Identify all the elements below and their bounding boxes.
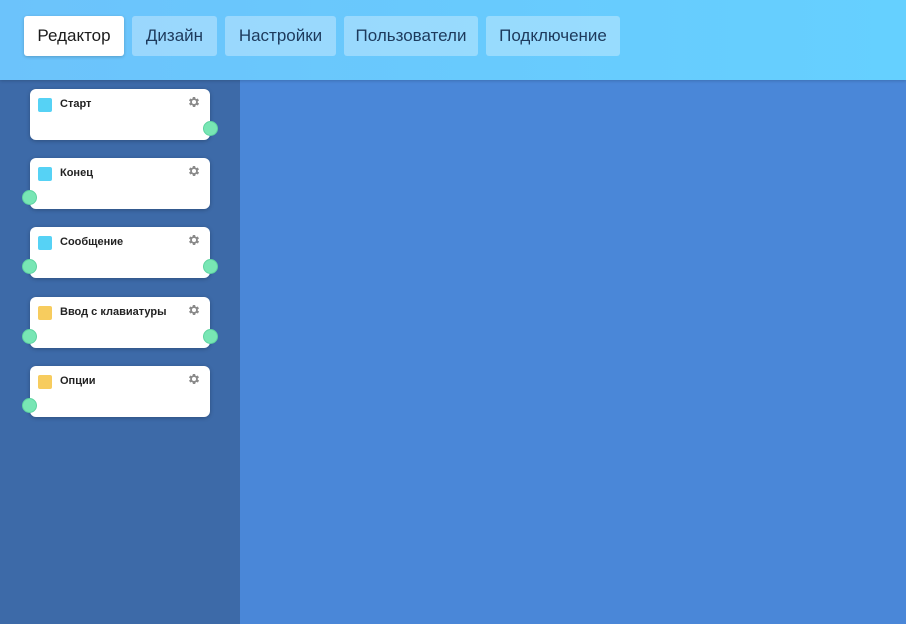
gear-icon[interactable] xyxy=(187,372,201,386)
node-color-swatch xyxy=(38,167,52,181)
palette-node-options[interactable]: Опции xyxy=(22,366,210,417)
input-port[interactable] xyxy=(22,329,37,344)
palette-node-message[interactable]: Сообщение xyxy=(22,227,218,278)
gear-icon[interactable] xyxy=(187,303,201,317)
tab-connection[interactable]: Подключение xyxy=(486,16,620,56)
input-port[interactable] xyxy=(22,398,37,413)
output-port[interactable] xyxy=(203,329,218,344)
gear-icon[interactable] xyxy=(187,233,201,247)
tab-users[interactable]: Пользователи xyxy=(344,16,478,56)
tab-design[interactable]: Дизайн xyxy=(132,16,217,56)
tab-editor[interactable]: Редактор xyxy=(24,16,124,56)
node-label: Ввод с клавиатуры xyxy=(60,306,167,318)
tab-settings[interactable]: Настройки xyxy=(225,16,336,56)
palette-node-start[interactable]: Старт xyxy=(30,89,218,140)
node-color-swatch xyxy=(38,375,52,389)
node-palette-sidebar: Старт Конец Сообщение Ввод с клавиатуры … xyxy=(0,80,240,624)
input-port[interactable] xyxy=(22,190,37,205)
palette-node-keyboard-input[interactable]: Ввод с клавиатуры xyxy=(22,297,218,348)
node-color-swatch xyxy=(38,306,52,320)
top-navigation-bar: Редактор Дизайн Настройки Пользователи П… xyxy=(0,0,906,80)
node-label: Сообщение xyxy=(60,236,124,248)
output-port[interactable] xyxy=(203,121,218,136)
node-color-swatch xyxy=(38,236,52,250)
gear-icon[interactable] xyxy=(187,95,201,109)
gear-icon[interactable] xyxy=(187,164,201,178)
node-color-swatch xyxy=(38,98,52,112)
node-label: Конец xyxy=(60,167,93,179)
input-port[interactable] xyxy=(22,259,37,274)
node-label: Старт xyxy=(60,98,92,110)
palette-node-end[interactable]: Конец xyxy=(22,158,210,209)
editor-canvas[interactable] xyxy=(240,80,906,624)
app-window: Редактор Дизайн Настройки Пользователи П… xyxy=(0,0,906,624)
node-label: Опции xyxy=(60,375,96,387)
output-port[interactable] xyxy=(203,259,218,274)
